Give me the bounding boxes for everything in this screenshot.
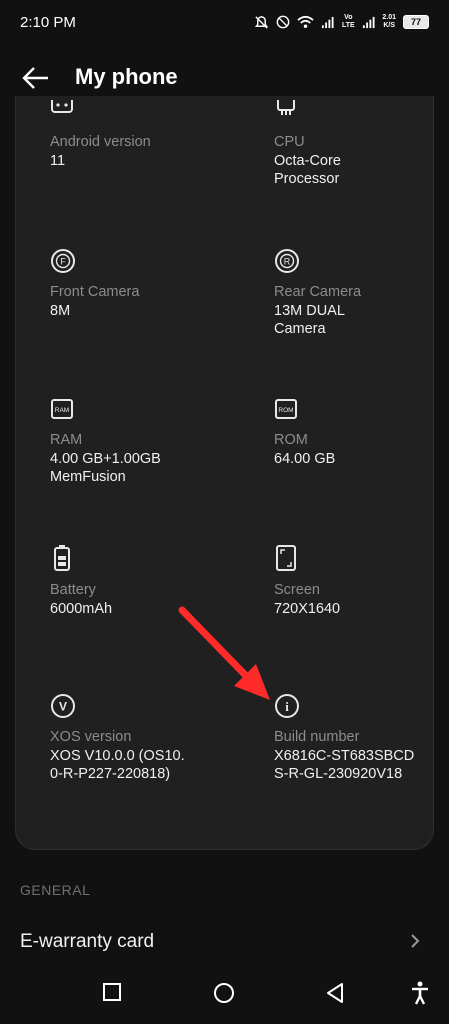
battery-icon (54, 545, 70, 571)
spec-screen: Screen 720X1640 (274, 544, 433, 618)
mute-notifications-icon (255, 15, 269, 29)
chevron-right-icon (411, 934, 420, 948)
spec-value: Octa-Core Processor (274, 153, 341, 187)
spec-build-number[interactable]: i Build number X6816C-ST683SBCD S-R-GL-2… (274, 693, 433, 783)
rom-icon: ROM (275, 399, 297, 419)
back-nav-button[interactable] (324, 982, 346, 1004)
spec-value: 4.00 GB+1.00GB MemFusion (50, 451, 161, 485)
spec-front-camera: F Front Camera 8M (50, 248, 250, 320)
spec-android-version: Android version 11 (50, 100, 250, 170)
spec-label: Screen (274, 582, 320, 598)
e-warranty-card-label: E-warranty card (20, 931, 155, 952)
spec-label: RAM (50, 432, 83, 448)
status-time: 2:10 PM (20, 13, 76, 31)
spec-rom: ROM ROM 64.00 GB (274, 397, 433, 468)
spec-label: Android version (50, 134, 151, 150)
battery-indicator: 77 (403, 15, 429, 29)
volte-indicator: Vo LTE (342, 14, 355, 29)
spec-value: 8M (50, 303, 71, 319)
svg-text:ROM: ROM (278, 407, 293, 414)
spec-label: Rear Camera (274, 284, 362, 300)
spec-label: Battery (50, 582, 96, 598)
svg-text:i: i (285, 699, 289, 714)
rear-camera-icon: R (275, 249, 299, 273)
spec-label: XOS version (50, 729, 132, 745)
back-button[interactable] (18, 60, 54, 96)
spec-label: Build number (274, 729, 360, 745)
spec-value: 13M DUAL Camera (274, 303, 345, 337)
signal-2-icon (363, 16, 375, 28)
spec-value: 11 (50, 153, 66, 169)
spec-label: CPU (274, 134, 305, 150)
navigation-bar (0, 966, 449, 1024)
specs-card: Android version 11 CPU Octa-Core Process… (15, 96, 434, 850)
android-icon (51, 100, 73, 113)
network-speed-unit: K/S (383, 22, 396, 29)
screen-icon (276, 545, 296, 571)
spec-rear-camera: R Rear Camera 13M DUAL Camera (274, 248, 433, 338)
page-title: My phone (75, 64, 178, 89)
status-icons: Vo LTE 2.01 K/S 77 (254, 14, 429, 30)
spec-cpu: CPU Octa-Core Processor (274, 100, 433, 188)
network-speed: 2.01 K/S (382, 14, 396, 30)
spec-label: Front Camera (50, 284, 140, 300)
do-not-disturb-icon (276, 15, 290, 29)
recents-button[interactable] (102, 982, 122, 1002)
cpu-icon (277, 100, 295, 115)
svg-text:RAM: RAM (55, 407, 69, 414)
annotation-arrow-icon (178, 606, 270, 700)
spec-value: X6816C-ST683SBCD S-R-GL-230920V18 (274, 748, 415, 782)
spec-label: ROM (274, 432, 308, 448)
ram-icon: RAM (51, 399, 73, 419)
network-speed-value: 2.01 (382, 14, 396, 21)
spec-ram: RAM RAM 4.00 GB+1.00GB MemFusion (50, 397, 250, 486)
home-button[interactable] (213, 982, 235, 1004)
status-bar: 2:10 PM Vo LTE 2.01 K/S 77 (0, 0, 449, 44)
section-header-general: GENERAL (20, 882, 91, 898)
svg-text:F: F (60, 257, 66, 267)
back-arrow-icon (22, 67, 48, 89)
e-warranty-card-item[interactable]: E-warranty card (0, 918, 449, 966)
spec-value: 720X1640 (274, 601, 341, 617)
spec-value: 64.00 GB (274, 451, 336, 467)
svg-text:R: R (284, 257, 291, 267)
front-camera-icon: F (51, 249, 75, 273)
xos-icon: V (51, 694, 75, 718)
accessibility-button[interactable] (410, 981, 430, 1005)
signal-1-icon (322, 16, 334, 28)
svg-text:V: V (59, 700, 67, 714)
spec-value: XOS V10.0.0 (OS10. 0-R-P227-220818) (50, 748, 185, 782)
wifi-icon (297, 15, 314, 28)
